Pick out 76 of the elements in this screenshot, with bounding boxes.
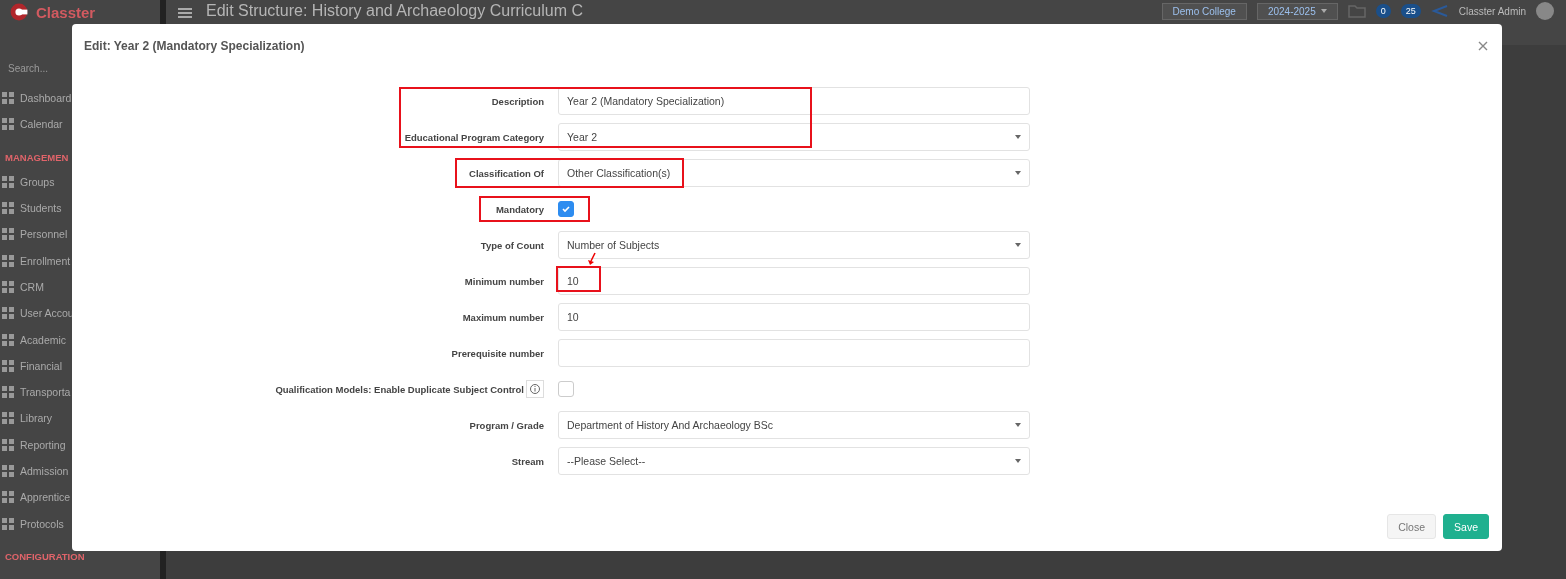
sidebar-item[interactable]: CRM — [20, 280, 44, 293]
grid-icon — [2, 517, 14, 530]
annotation-arrow — [587, 252, 597, 266]
page-title: Edit Structure: History and Archaeology Curriculum C — [206, 1, 584, 21]
checkbox[interactable] — [558, 201, 574, 217]
select-field[interactable]: Year 2 — [558, 123, 1030, 151]
field-label: Description — [491, 95, 544, 107]
sidebar-item[interactable]: Calendar — [20, 118, 63, 131]
text-field[interactable]: 10 — [558, 267, 1030, 295]
grid-icon — [2, 438, 14, 451]
notification-badge[interactable]: 0 — [1375, 4, 1391, 18]
field-label: Prerequisite number — [451, 347, 544, 359]
sidebar-item[interactable]: Protocols — [20, 517, 64, 530]
logo-icon — [10, 3, 28, 21]
grid-icon — [2, 118, 14, 131]
grid-icon — [2, 202, 14, 215]
sidebar-item[interactable]: Reporting — [20, 438, 66, 451]
sidebar-item[interactable]: Financial — [20, 359, 63, 372]
field-label: Stream — [511, 455, 544, 467]
institution-button[interactable]: Demo College — [1161, 2, 1247, 20]
field-label: Classification Of — [469, 167, 544, 179]
share-icon[interactable] — [1430, 4, 1449, 18]
field-label: Minimum number — [464, 275, 544, 287]
grid-icon — [2, 280, 14, 293]
select-field[interactable]: --Please Select-- — [558, 447, 1030, 475]
checkmark-icon — [561, 204, 571, 214]
grid-icon — [2, 412, 14, 425]
sidebar-item[interactable]: Transporta — [20, 386, 71, 399]
sidebar-item[interactable]: Enrollment — [20, 254, 71, 267]
menu-icon[interactable] — [178, 8, 192, 18]
sidebar-item[interactable]: Dashboard — [20, 92, 72, 105]
grid-icon — [2, 333, 14, 346]
user-menu[interactable]: Classter Admin — [1458, 5, 1526, 17]
sidebar-heading: CONFIGURATION — [4, 549, 86, 564]
grid-icon — [2, 465, 14, 477]
select-field[interactable]: Other Classification(s) — [558, 159, 1030, 187]
info-icon[interactable] — [526, 380, 544, 398]
text-field[interactable]: Year 2 (Mandatory Specialization) — [558, 87, 1030, 115]
sidebar-item[interactable]: Apprentice — [20, 491, 71, 504]
grid-icon — [2, 359, 14, 372]
field-label: Educational Program Category — [404, 131, 544, 143]
field-label: Maximum number — [462, 311, 544, 323]
close-icon[interactable] — [1478, 41, 1488, 51]
dialog-title: Edit: Year 2 (Mandatory Specialization) — [84, 39, 305, 53]
folder-icon[interactable] — [1347, 4, 1366, 18]
select-field[interactable]: Department of History And Archaeology BSc — [558, 411, 1030, 439]
grid-icon — [2, 92, 14, 105]
sidebar-item[interactable]: Admission — [20, 465, 69, 477]
grid-icon — [2, 228, 14, 241]
highlight-frame — [556, 266, 601, 292]
sidebar-item[interactable]: Academic — [20, 333, 67, 346]
search-field[interactable]: Search... — [8, 62, 108, 74]
field-label: Qualification Models: Enable Duplicate Subject Control — [275, 383, 524, 395]
checkbox[interactable] — [558, 381, 574, 397]
avatar-icon[interactable] — [1536, 2, 1554, 20]
brand-name: Classter — [36, 3, 96, 21]
grid-icon — [2, 254, 14, 267]
field-label: Program / Grade — [469, 419, 544, 431]
select-field[interactable]: Number of Subjects — [558, 231, 1030, 259]
grid-icon — [2, 386, 14, 399]
sidebar-item[interactable]: Students — [20, 202, 62, 215]
text-field[interactable] — [558, 339, 1030, 367]
period-dropdown[interactable]: 2024-2025 — [1256, 2, 1338, 20]
message-badge[interactable]: 25 — [1400, 4, 1421, 18]
grid-icon — [2, 307, 14, 320]
sidebar-item[interactable]: Groups — [20, 175, 55, 188]
grid-icon — [2, 175, 14, 188]
sidebar-heading: MANAGEMEN — [4, 150, 70, 165]
sidebar-item[interactable]: Library — [20, 412, 53, 425]
field-label: Mandatory — [495, 203, 544, 215]
grid-icon — [2, 491, 14, 504]
field-label: Type of Count — [480, 239, 544, 251]
close-button[interactable]: Close — [1387, 514, 1437, 539]
save-button[interactable]: Save — [1443, 514, 1489, 539]
text-field[interactable]: 10 — [558, 303, 1030, 331]
sidebar-item[interactable]: Personnel — [20, 228, 68, 241]
